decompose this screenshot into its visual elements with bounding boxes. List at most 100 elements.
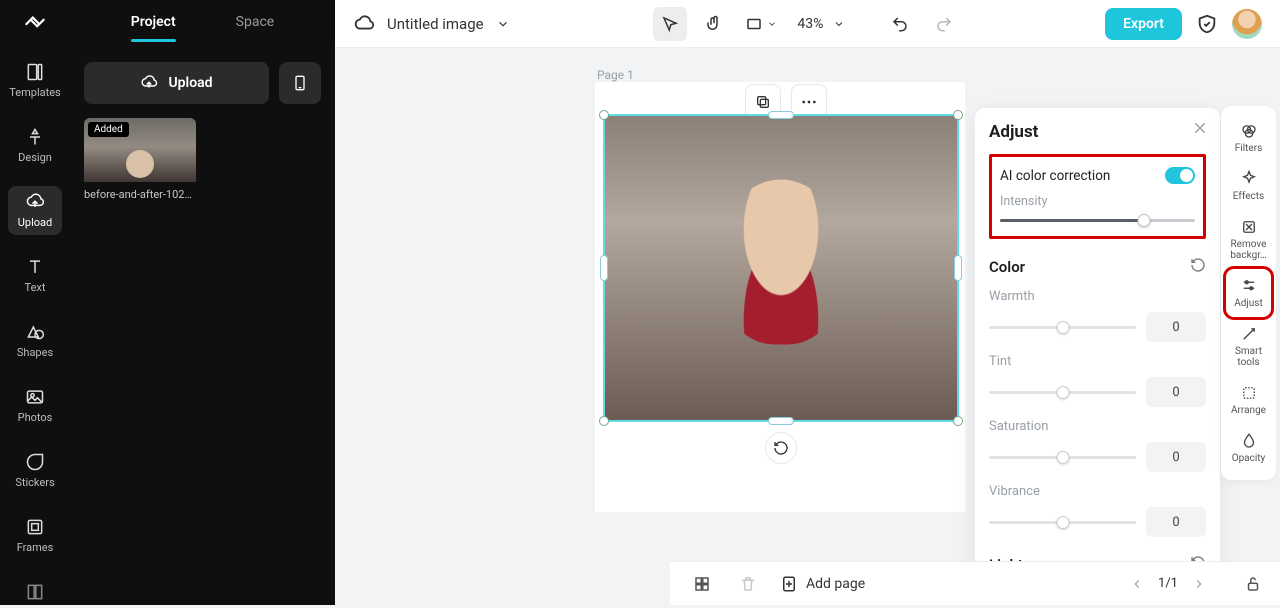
pages-grid-button[interactable]: [688, 570, 716, 598]
bottom-bar: Add page 1/1: [670, 561, 1280, 605]
rotate-button[interactable]: [765, 432, 797, 464]
tab-space[interactable]: Space: [236, 14, 275, 34]
resize-handle-w[interactable]: [600, 255, 608, 281]
resize-handle-nw[interactable]: [599, 110, 609, 120]
user-avatar[interactable]: [1232, 9, 1262, 39]
asset-thumbnail[interactable]: Added before-and-after-102…: [84, 118, 196, 201]
page-counter: 1/1: [1158, 576, 1178, 591]
resize-handle-sw[interactable]: [599, 416, 609, 426]
rail-templates[interactable]: Templates: [8, 56, 62, 105]
rail-remove-background[interactable]: Remove backgr…: [1226, 210, 1271, 269]
rail-smart-tools-label: Smart tools: [1226, 346, 1271, 368]
rail-shapes[interactable]: Shapes: [8, 316, 62, 365]
warmth-label: Warmth: [989, 289, 1206, 304]
ai-color-correction-label: AI color correction: [1000, 168, 1110, 184]
left-icon-rail: Templates Design Upload Text Shapes Phot…: [0, 0, 70, 605]
rail-frames[interactable]: Frames: [8, 511, 62, 560]
upload-row: Upload: [70, 48, 335, 118]
next-page-button[interactable]: [1192, 577, 1206, 591]
rail-opacity[interactable]: Opacity: [1226, 424, 1271, 472]
selected-image[interactable]: [603, 114, 959, 422]
rail-remove-background-label: Remove backgr…: [1226, 239, 1271, 261]
shield-icon[interactable]: [1196, 13, 1218, 35]
warmth-value[interactable]: 0: [1146, 312, 1206, 342]
title-chevron-down-icon[interactable]: [496, 17, 510, 31]
rail-filters-label: Filters: [1235, 143, 1263, 154]
rail-stickers-label: Stickers: [15, 476, 54, 489]
resize-handle-n[interactable]: [768, 111, 794, 119]
saturation-slider[interactable]: [989, 456, 1136, 459]
adjust-panel-close[interactable]: [1192, 120, 1208, 140]
resize-handle-e[interactable]: [954, 255, 962, 281]
rail-design[interactable]: Design: [8, 121, 62, 170]
tab-project[interactable]: Project: [131, 14, 176, 34]
upload-from-phone-button[interactable]: [279, 62, 321, 104]
rail-upload-label: Upload: [18, 216, 52, 229]
delete-page-button: [734, 570, 762, 598]
adjust-panel: Adjust AI color correction Intensity Col…: [975, 108, 1220, 598]
tint-value[interactable]: 0: [1146, 377, 1206, 407]
color-reset-button[interactable]: [1190, 257, 1206, 277]
document-title[interactable]: Untitled image: [387, 15, 484, 33]
page-label: Page 1: [597, 68, 634, 82]
rail-templates-label: Templates: [9, 86, 60, 99]
ai-color-correction-group: AI color correction Intensity: [989, 154, 1206, 239]
rail-opacity-label: Opacity: [1232, 453, 1266, 464]
vibrance-slider[interactable]: [989, 521, 1136, 524]
rail-adjust-label: Adjust: [1234, 298, 1263, 309]
hand-tool[interactable]: [697, 7, 731, 41]
pointer-tool[interactable]: [653, 7, 687, 41]
app-logo[interactable]: [18, 10, 52, 36]
saturation-label: Saturation: [989, 419, 1206, 434]
saturation-value[interactable]: 0: [1146, 442, 1206, 472]
rail-adjust[interactable]: Adjust: [1226, 269, 1271, 317]
rail-frames-label: Frames: [17, 541, 54, 554]
asset-filename: before-and-after-102…: [84, 188, 196, 201]
rail-smart-tools[interactable]: Smart tools: [1226, 317, 1271, 376]
prev-page-button[interactable]: [1130, 577, 1144, 591]
asset-grid: Added before-and-after-102…: [70, 118, 335, 201]
rail-arrange[interactable]: Arrange: [1226, 376, 1271, 424]
export-button[interactable]: Export: [1105, 8, 1182, 40]
rail-effects[interactable]: Effects: [1226, 162, 1271, 210]
rail-filters[interactable]: Filters: [1226, 114, 1271, 162]
zoom-value[interactable]: 43%: [797, 16, 823, 32]
main-area: Untitled image 43%: [335, 0, 1280, 605]
topbar: Untitled image 43%: [335, 0, 1280, 48]
rail-text-label: Text: [25, 281, 46, 294]
intensity-slider[interactable]: [1000, 219, 1195, 222]
rail-effects-label: Effects: [1233, 191, 1264, 202]
rail-photos[interactable]: Photos: [8, 381, 62, 430]
zoom-chevron-down-icon[interactable]: [833, 18, 845, 30]
warmth-slider[interactable]: [989, 326, 1136, 329]
redo-button[interactable]: [927, 7, 961, 41]
add-page-button[interactable]: Add page: [780, 575, 865, 593]
resize-handle-s[interactable]: [768, 417, 794, 425]
rail-stickers[interactable]: Stickers: [8, 446, 62, 495]
rail-text[interactable]: Text: [8, 251, 62, 300]
resize-canvas-button[interactable]: [741, 7, 781, 41]
upload-button-label: Upload: [168, 75, 212, 91]
left-panel-tabs: Project Space: [70, 0, 335, 48]
rail-photos-label: Photos: [18, 411, 53, 424]
cloud-status-icon: [353, 13, 375, 35]
upload-button[interactable]: Upload: [84, 62, 269, 104]
lock-button[interactable]: [1244, 575, 1262, 593]
color-section-title: Color: [989, 258, 1025, 276]
ai-color-correction-toggle[interactable]: [1165, 167, 1195, 184]
rail-more[interactable]: [8, 576, 62, 608]
rail-upload[interactable]: Upload: [8, 186, 62, 235]
tint-label: Tint: [989, 354, 1206, 369]
resize-handle-ne[interactable]: [953, 110, 963, 120]
undo-button[interactable]: [883, 7, 917, 41]
rail-design-label: Design: [18, 151, 52, 164]
left-panel: Project Space Upload Added before-and-af…: [70, 0, 335, 605]
tint-slider[interactable]: [989, 391, 1136, 394]
vibrance-value[interactable]: 0: [1146, 507, 1206, 537]
adjust-panel-title: Adjust: [989, 122, 1206, 142]
canvas-area[interactable]: Page 1 Adjust: [335, 48, 1280, 605]
rail-arrange-label: Arrange: [1231, 405, 1266, 416]
resize-handle-se[interactable]: [953, 416, 963, 426]
add-page-label: Add page: [806, 576, 865, 592]
intensity-label: Intensity: [1000, 194, 1195, 209]
